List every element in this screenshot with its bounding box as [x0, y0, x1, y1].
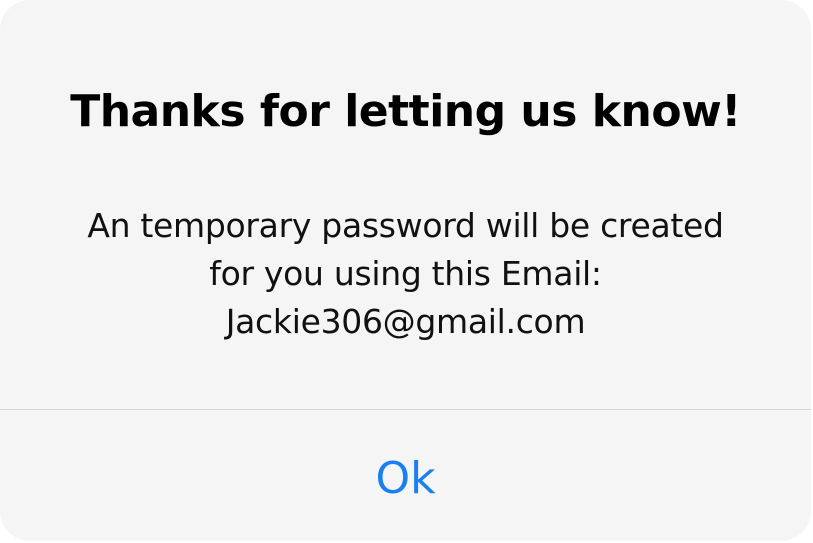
alert-content: Thanks for letting us know! An temporary… — [0, 0, 811, 410]
alert-message-line: An temporary password will be created — [87, 206, 724, 245]
alert-message: An temporary password will be created fo… — [40, 202, 771, 346]
alert-message-email: Jackie306@gmail.com — [225, 302, 586, 341]
alert-message-line: for you using this Email: — [209, 254, 602, 293]
ok-button[interactable]: Ok — [0, 410, 811, 541]
alert-title: Thanks for letting us know! — [70, 86, 741, 137]
alert-dialog: Thanks for letting us know! An temporary… — [0, 0, 811, 541]
